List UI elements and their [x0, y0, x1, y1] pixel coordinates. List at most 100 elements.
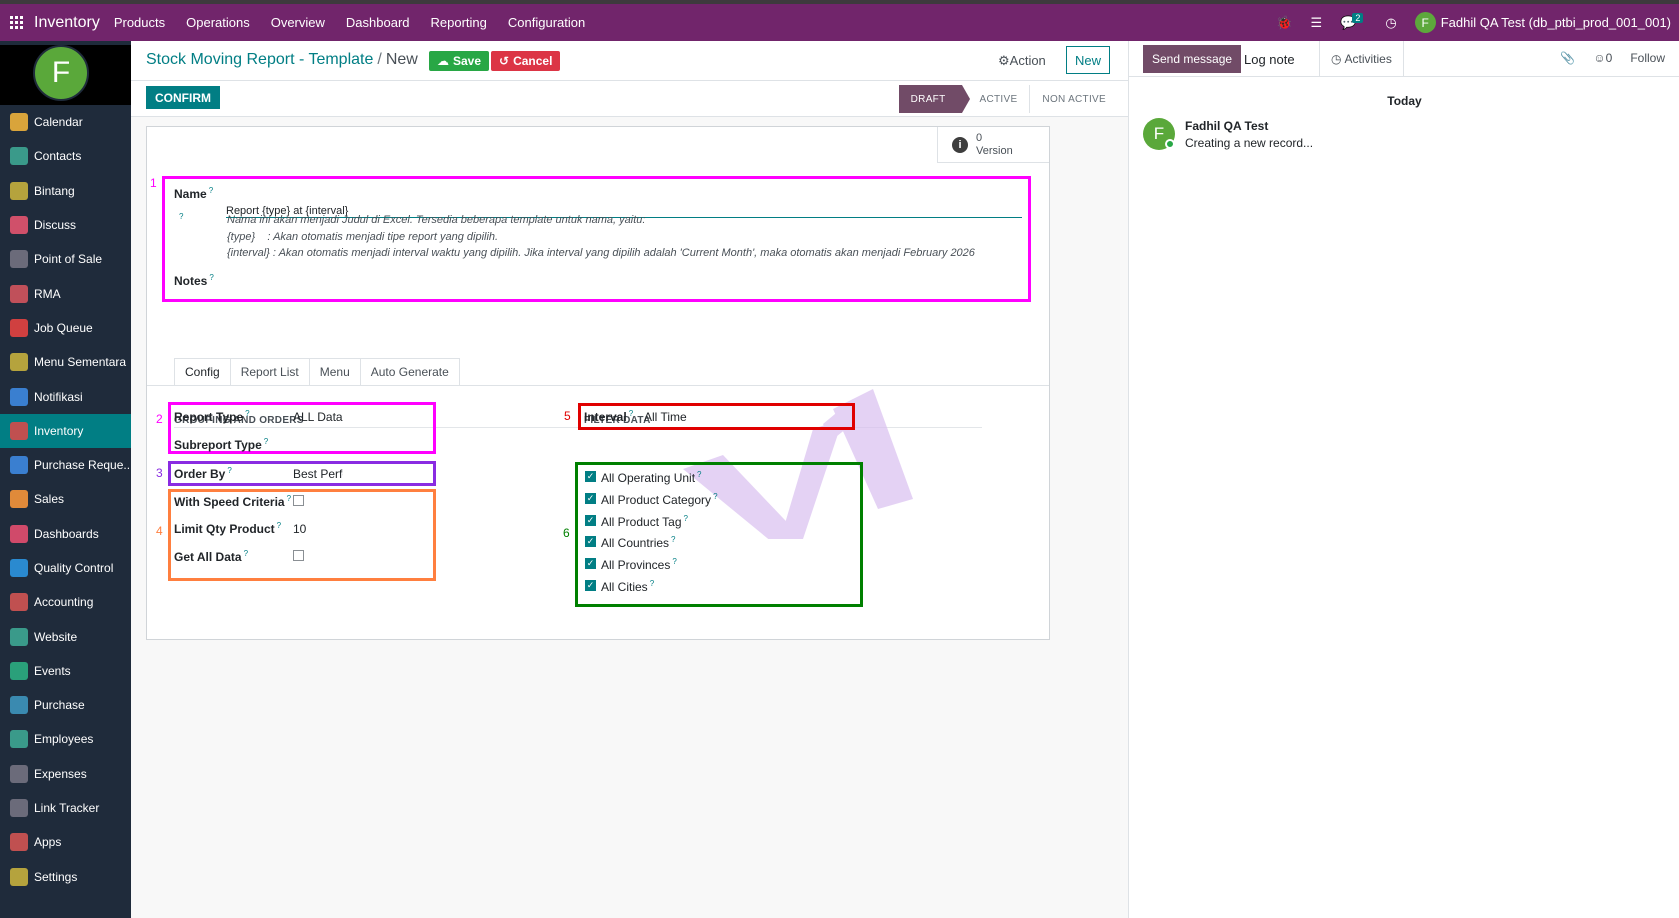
sidebar-item-quality-control[interactable]: Quality Control	[0, 551, 131, 585]
tab-menu[interactable]: Menu	[309, 358, 361, 386]
report-type-select[interactable]: ALL Data	[293, 410, 343, 424]
sidebar-item-purchase-reque[interactable]: Purchase Reque...	[0, 448, 131, 482]
sidebar-item-label: Menu Sementara	[34, 355, 127, 370]
sidebar-item-discuss[interactable]: Discuss	[0, 208, 131, 242]
sidebar-item-apps[interactable]: Apps	[0, 825, 131, 859]
sidebar-item-link-tracker[interactable]: Link Tracker	[0, 791, 131, 825]
stage-draft[interactable]: DRAFT	[898, 85, 970, 113]
avatar: F	[1414, 12, 1436, 33]
sidebar-item-website[interactable]: Website	[0, 619, 131, 653]
app-sidebar: F Calendar Contacts Bintang Discuss Point of…	[0, 41, 131, 918]
cancel-button[interactable]: ↺ Cancel	[491, 51, 561, 71]
tabs-divider	[147, 385, 1049, 386]
action-button[interactable]: ⚙Action	[998, 53, 1046, 69]
stage-active[interactable]: ACTIVE	[962, 85, 1031, 113]
app-icon	[10, 833, 28, 852]
clock-icon[interactable]: ◷	[1385, 15, 1396, 31]
app-icon	[10, 764, 28, 783]
sidebar-item-label: Link Tracker	[34, 801, 100, 816]
annotation-number-6: 6	[563, 526, 570, 540]
sidebar-item-label: Purchase	[34, 698, 85, 713]
stage-non-active[interactable]: NON ACTIVE	[1030, 85, 1118, 113]
sidebar-item-label: Quality Control	[34, 561, 114, 575]
send-message-button[interactable]: Send message	[1143, 45, 1242, 73]
followers-button[interactable]: ☺0	[1593, 51, 1612, 65]
top-navbar: Inventory Products Operations Overview D…	[0, 0, 1679, 41]
sidebar-item-point-of-sale[interactable]: Point of Sale	[0, 242, 131, 276]
filter-checkbox[interactable]: ✓	[585, 558, 596, 570]
breadcrumb: Stock Moving Report - Template / New	[146, 51, 418, 69]
sidebar-item-employees[interactable]: Employees	[0, 722, 131, 756]
menu-overview[interactable]: Overview	[271, 15, 325, 30]
chat-icon[interactable]: 💬2	[1340, 12, 1367, 31]
filter-checkbox[interactable]: ✓	[585, 471, 596, 482]
limit-qty-input[interactable]: 10	[293, 522, 306, 536]
sidebar-avatar[interactable]: F	[33, 45, 89, 101]
sidebar-item-settings[interactable]: Settings	[0, 860, 131, 894]
follow-button[interactable]: Follow	[1630, 51, 1665, 65]
filter-checkbox[interactable]: ✓	[585, 536, 596, 548]
sidebar-item-menu-sementara[interactable]: Menu Sementara	[0, 345, 131, 379]
menu-dashboard[interactable]: Dashboard	[346, 15, 410, 30]
cancel-label: Cancel	[513, 54, 553, 68]
breadcrumb-current: New	[385, 51, 418, 68]
tab-config[interactable]: Config	[174, 358, 231, 386]
app-icon	[10, 593, 28, 612]
sidebar-item-expenses[interactable]: Expenses	[0, 757, 131, 791]
sidebar-item-events[interactable]: Events	[0, 654, 131, 688]
sidebar-item-rma[interactable]: RMA	[0, 276, 131, 310]
app-icon	[10, 216, 28, 235]
list-icon[interactable]: ☰	[1310, 15, 1322, 31]
help-tooltip-icon: ?	[179, 212, 184, 221]
log-note-button[interactable]: Log note	[1244, 52, 1295, 67]
sidebar-item-label: Expenses	[34, 766, 87, 781]
sidebar-item-dashboards[interactable]: Dashboards	[0, 517, 131, 551]
filter-label: All Countries?	[601, 535, 676, 551]
sidebar-item-bintang[interactable]: Bintang	[0, 174, 131, 208]
sidebar-item-sales[interactable]: Sales	[0, 482, 131, 516]
sidebar-item-contacts[interactable]: Contacts	[0, 139, 131, 173]
app-icon	[10, 730, 28, 749]
sidebar-item-accounting[interactable]: Accounting	[0, 585, 131, 619]
menu-reporting[interactable]: Reporting	[431, 15, 487, 30]
app-icon	[10, 353, 28, 372]
app-icon	[10, 559, 28, 577]
activities-button[interactable]: ◷ Activities	[1319, 41, 1404, 77]
debug-bug-icon[interactable]: 🐞	[1276, 15, 1292, 31]
tab-auto-generate[interactable]: Auto Generate	[360, 358, 460, 386]
name-help-line-1: Nama ini akan menjadi Judul di Excel. Te…	[227, 214, 646, 226]
filter-checkbox[interactable]: ✓	[585, 492, 596, 504]
menu-products[interactable]: Products	[114, 15, 165, 30]
tab-report-list[interactable]: Report List	[230, 358, 310, 386]
sidebar-item-label: Website	[34, 629, 78, 644]
control-panel: Stock Moving Report - Template / New ☁ Save…	[131, 41, 1128, 81]
name-help-line-3: {interval} : Akan otomatis menjadi inter…	[227, 247, 975, 259]
sidebar-item-calendar[interactable]: Calendar	[0, 105, 131, 139]
order-by-select[interactable]: Best Perfo	[293, 467, 343, 481]
sidebar-item-notifikasi[interactable]: Notifikasi	[0, 379, 131, 413]
breadcrumb-parent[interactable]: Stock Moving Report - Template	[146, 51, 373, 68]
app-title[interactable]: Inventory	[34, 14, 100, 32]
get-all-data-checkbox[interactable]	[293, 550, 304, 561]
menu-configuration[interactable]: Configuration	[508, 15, 585, 30]
apps-grid-icon[interactable]	[0, 4, 34, 41]
confirm-button[interactable]: CONFIRM	[146, 86, 220, 109]
sidebar-item-job-queue[interactable]: Job Queue	[0, 311, 131, 345]
paperclip-icon[interactable]: 📎	[1560, 51, 1575, 65]
message-author[interactable]: Fadhil QA Test	[1185, 119, 1268, 133]
online-status-icon	[1165, 139, 1175, 149]
sidebar-items: Calendar Contacts Bintang Discuss Point of S…	[0, 105, 131, 894]
breadcrumb-separator: /	[377, 51, 382, 68]
sidebar-item-purchase[interactable]: Purchase	[0, 688, 131, 722]
menu-operations[interactable]: Operations	[186, 15, 250, 30]
sidebar-item-inventory[interactable]: Inventory	[0, 413, 131, 448]
speed-criteria-checkbox[interactable]	[293, 495, 304, 506]
sidebar-item-label: Contacts	[34, 149, 82, 164]
user-menu[interactable]: F Fadhil QA Test (db_ptbi_prod_001_001)	[1414, 12, 1671, 33]
filter-checkbox[interactable]: ✓	[585, 514, 596, 526]
save-button[interactable]: ☁ Save	[429, 51, 490, 71]
interval-select[interactable]: All Time	[644, 410, 687, 424]
new-button[interactable]: New	[1066, 46, 1110, 74]
version-smart-button[interactable]: i 0 Version	[937, 127, 1049, 163]
filter-checkbox[interactable]: ✓	[585, 580, 596, 591]
